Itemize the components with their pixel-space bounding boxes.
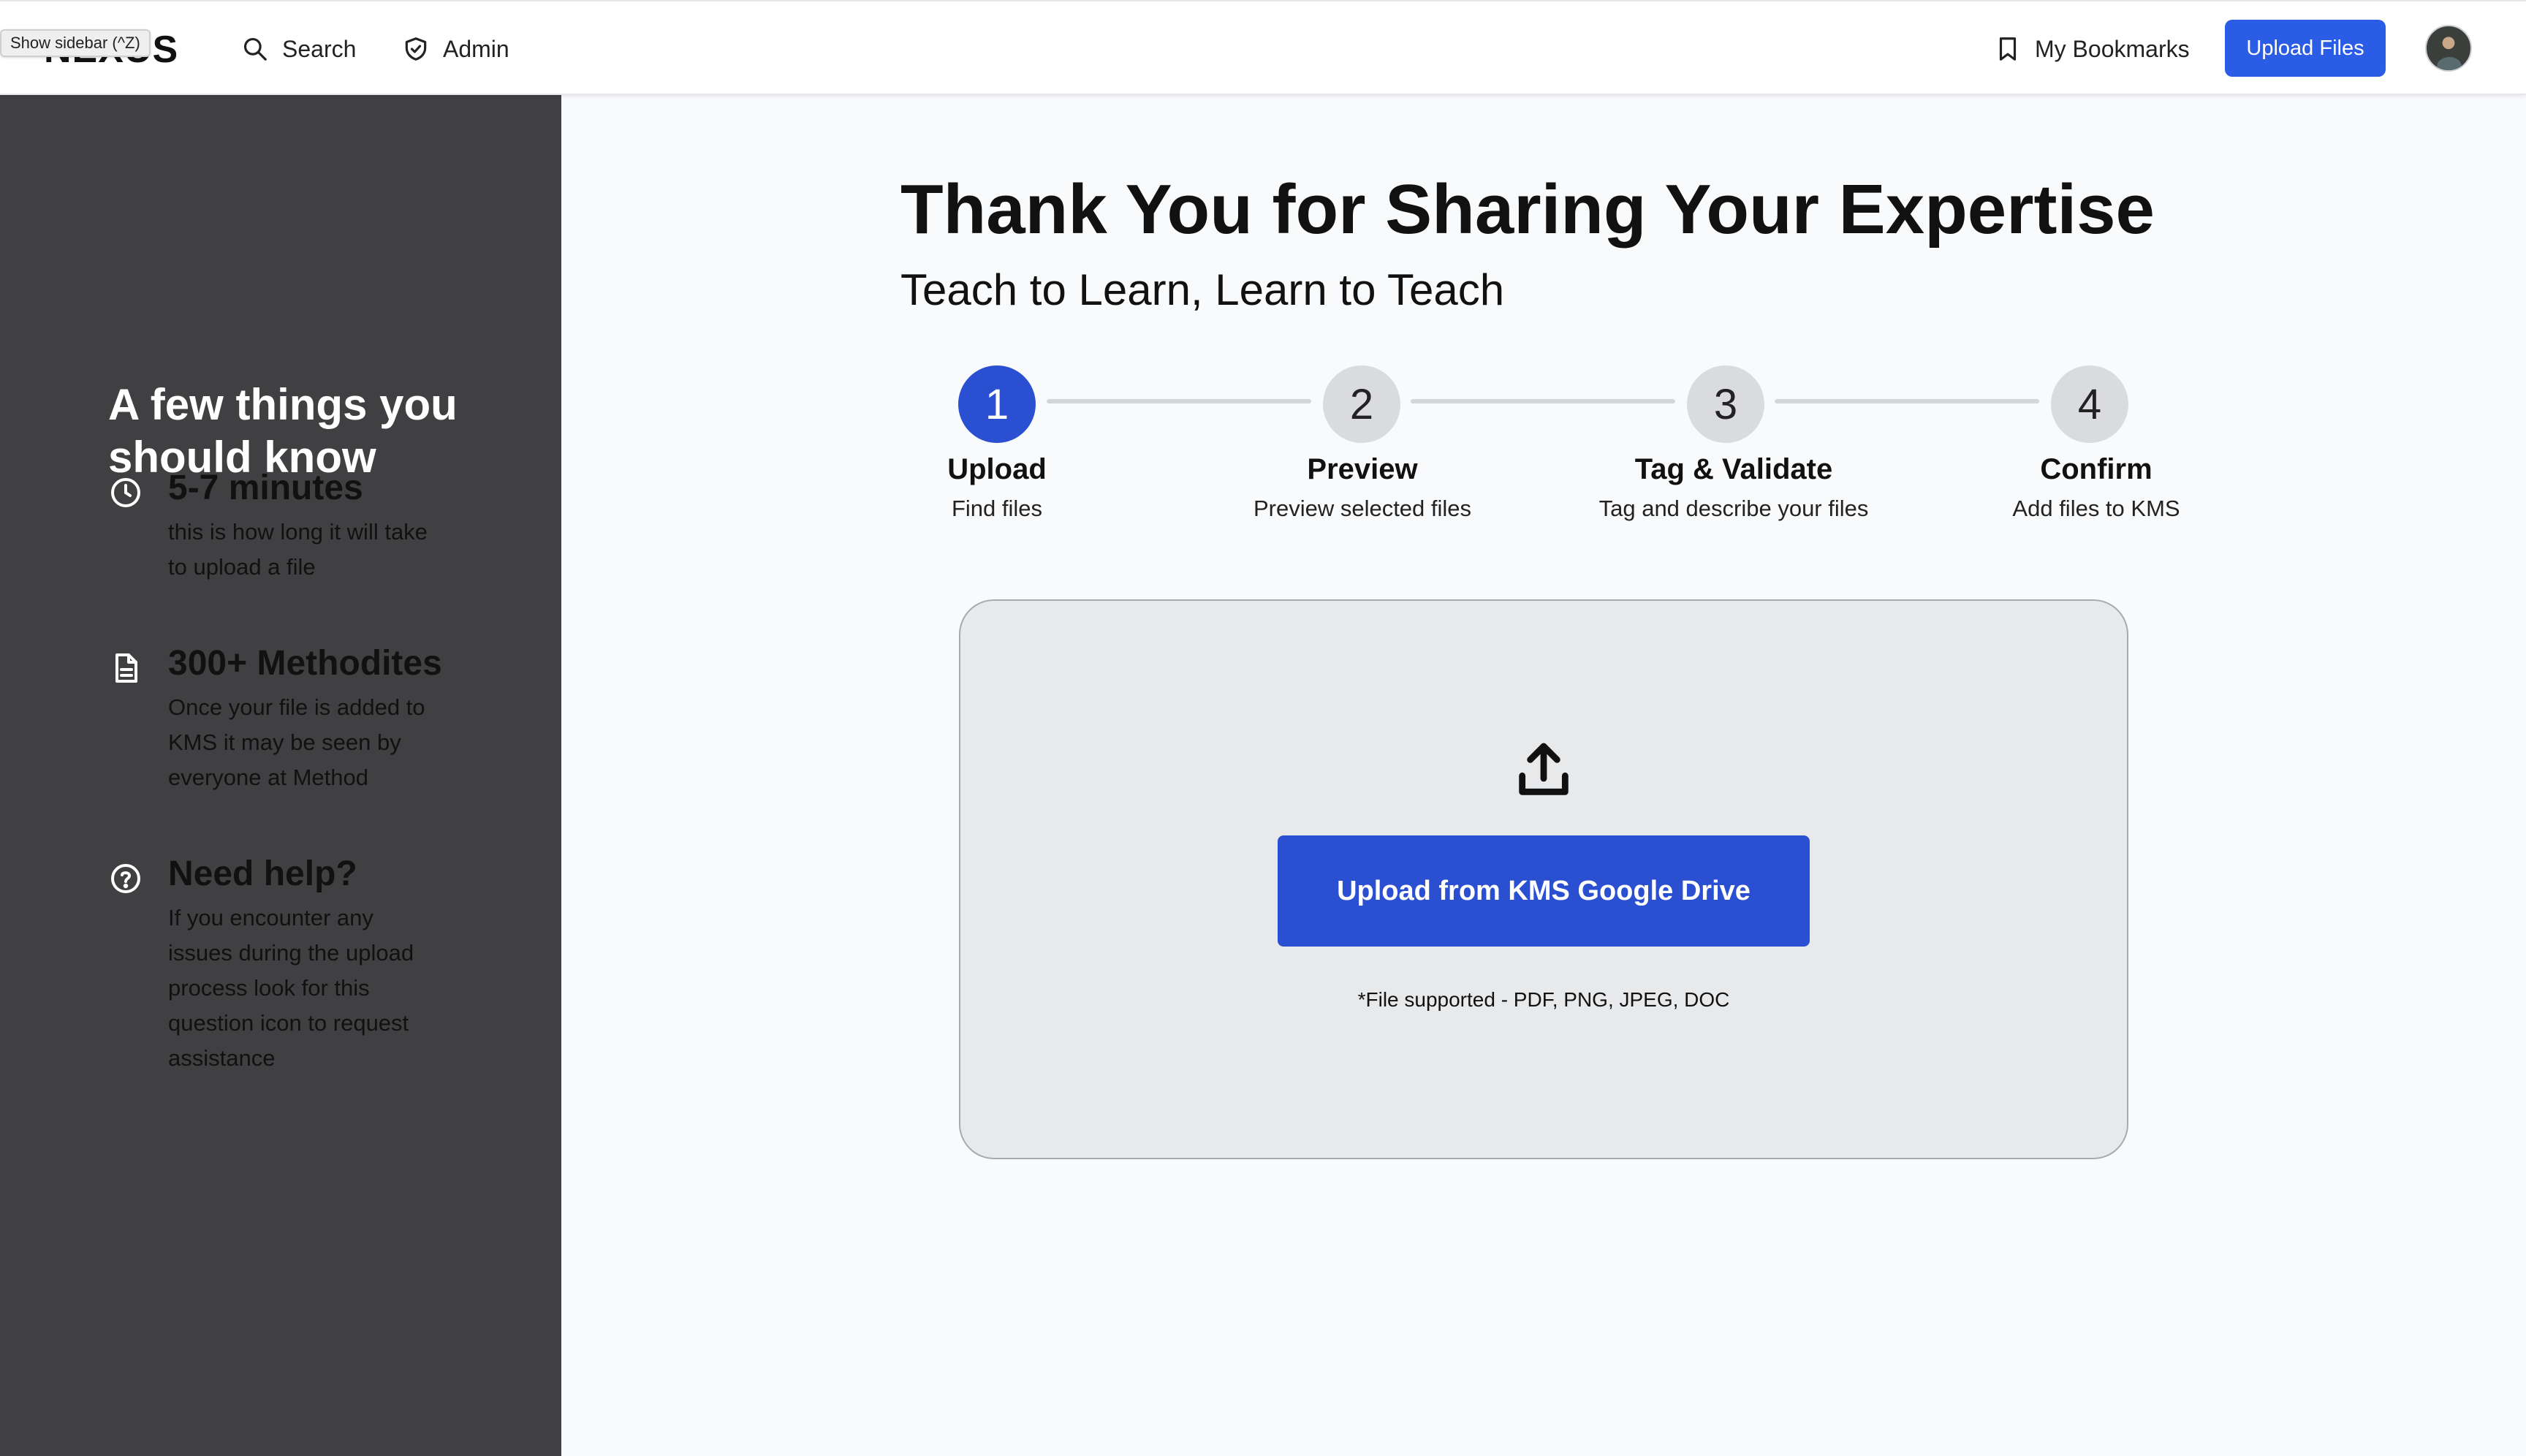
step-4-label: Confirm (2040, 453, 2153, 485)
show-sidebar-tooltip: Show sidebar (^Z) (0, 29, 151, 57)
shield-check-icon (405, 37, 427, 61)
info-item-heading: 300+ Methodites (168, 644, 442, 683)
page-title: Thank You for Sharing Your Expertise (900, 170, 2155, 249)
info-item-body: Once your file is added to KMS it may be… (168, 694, 425, 790)
nav-admin-link[interactable]: Admin (402, 31, 509, 67)
clock-icon (111, 478, 140, 507)
user-avatar[interactable] (2425, 25, 2472, 72)
step-3-circle: 3 (1687, 365, 1764, 443)
step-4-description: Add files to KMS (2012, 496, 2180, 521)
info-item-heading: Need help? (168, 854, 357, 893)
upload-from-google-drive-button[interactable]: Upload from KMS Google Drive (1278, 835, 1810, 947)
nav-bookmarks-label: My Bookmarks (2035, 35, 2190, 62)
nav-bookmarks-link[interactable]: My Bookmarks (1994, 31, 2190, 67)
upload-files-button[interactable]: Upload Files (2225, 20, 2386, 77)
step-4-circle: 4 (2051, 365, 2128, 443)
nav-search-link[interactable]: Search (241, 31, 356, 67)
search-icon (243, 37, 267, 61)
bookmark-icon (1999, 37, 2017, 61)
info-item-body: If you encounter any issues during the u… (168, 905, 414, 1071)
step-2-circle: 2 (1323, 365, 1400, 443)
top-navbar: NEXUS Show sidebar (^Z) Search Admin My … (0, 0, 2526, 95)
info-item-heading: 5-7 minutes (168, 469, 363, 507)
info-item-body: this is how long it will take to upload … (168, 519, 428, 580)
step-1-circle: 1 (958, 365, 1036, 443)
supported-file-types-note: *File supported - PDF, PNG, JPEG, DOC (1357, 988, 1730, 1011)
nav-search-label: Search (282, 35, 357, 62)
page-subtitle: Teach to Learn, Learn to Teach (900, 265, 1505, 314)
question-circle-icon[interactable] (108, 861, 143, 896)
step-connector (1047, 399, 1311, 403)
step-connector (1775, 399, 2039, 403)
nav-admin-label: Admin (443, 35, 509, 62)
step-connector (1411, 399, 1675, 403)
document-icon (115, 653, 137, 683)
upload-icon (1519, 743, 1569, 795)
